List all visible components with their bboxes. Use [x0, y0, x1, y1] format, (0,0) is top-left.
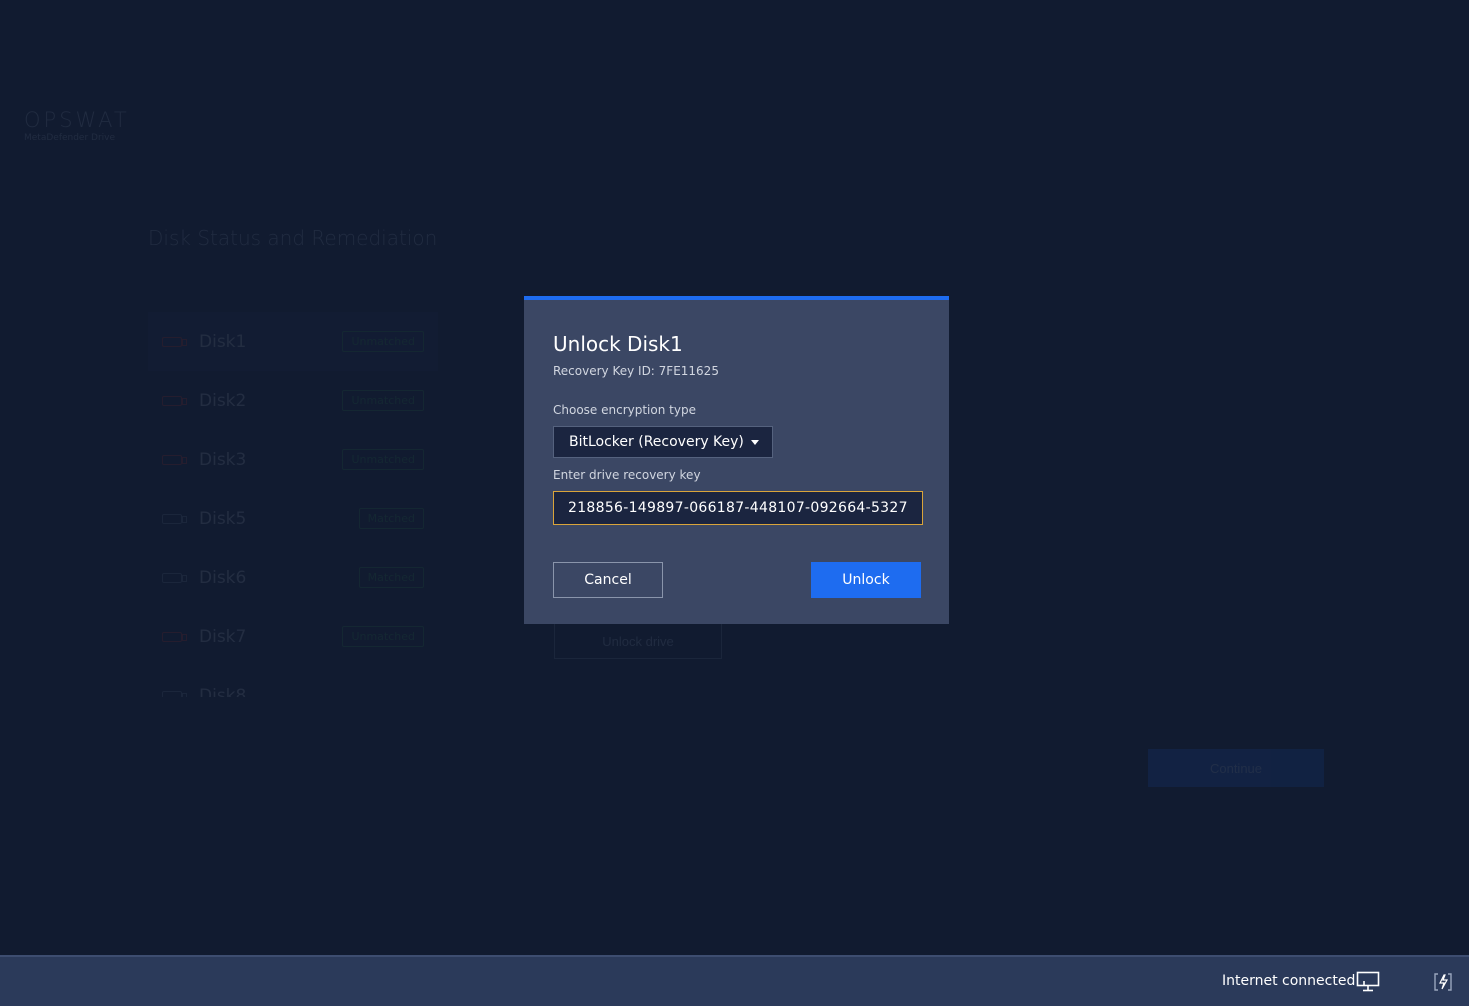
chevron-down-icon — [751, 440, 759, 445]
recovery-key-label: Enter drive recovery key — [553, 468, 701, 482]
dialog-title: Unlock Disk1 — [553, 332, 683, 356]
encryption-type-label: Choose encryption type — [553, 403, 696, 417]
dialog-actions: Cancel Unlock — [553, 562, 921, 598]
cancel-button[interactable]: Cancel — [553, 562, 663, 598]
recovery-key-input[interactable] — [553, 491, 923, 525]
connection-status: Internet connected — [1222, 973, 1356, 989]
power-icon[interactable] — [1432, 972, 1454, 996]
monitor-icon[interactable] — [1356, 971, 1380, 997]
encryption-type-value: BitLocker (Recovery Key) — [569, 434, 744, 450]
unlock-dialog: Unlock Disk1 Recovery Key ID: 7FE11625 C… — [524, 296, 949, 624]
recovery-key-id: Recovery Key ID: 7FE11625 — [553, 364, 719, 378]
encryption-type-select[interactable]: BitLocker (Recovery Key) — [553, 426, 773, 458]
status-bar: Internet connected — [0, 955, 1469, 1006]
unlock-button[interactable]: Unlock — [811, 562, 921, 598]
app-window: OPSWAT MetaDefender Drive Disk Status an… — [0, 0, 1469, 1006]
